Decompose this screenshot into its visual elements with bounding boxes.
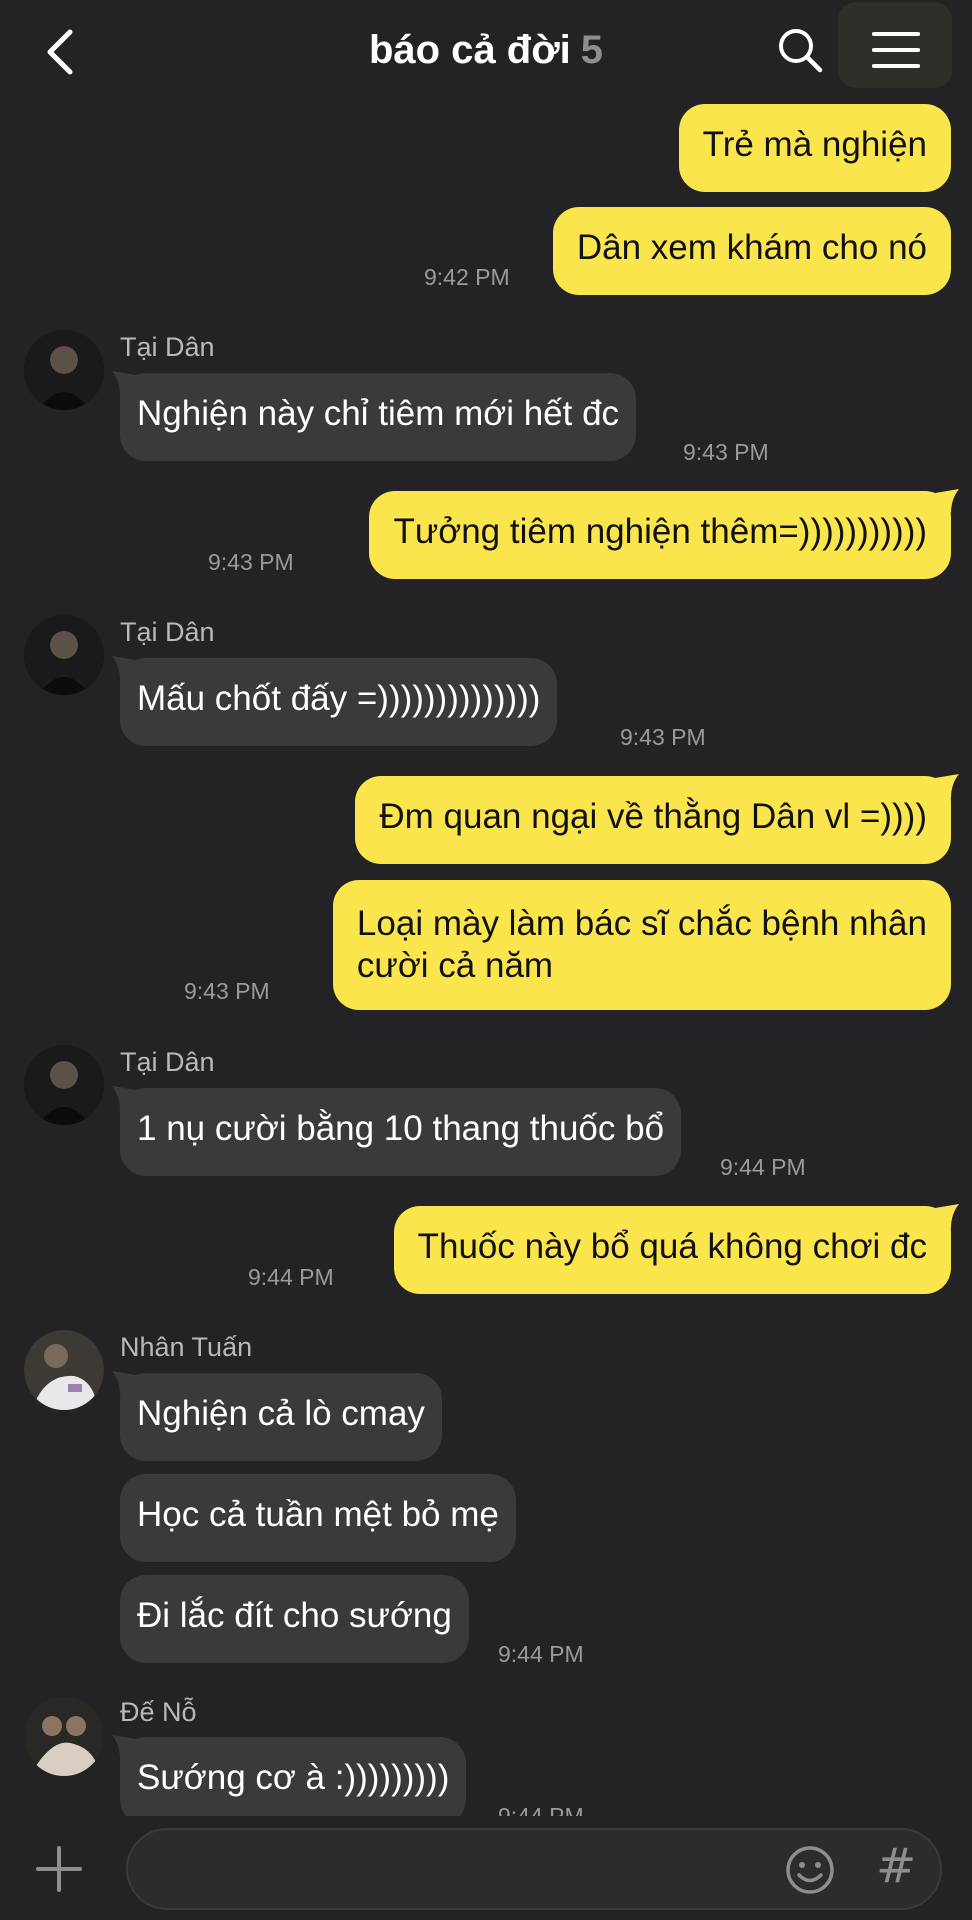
other-message-bubble[interactable]: 1 nụ cười bằng 10 thang thuốc bổ [112,1086,682,1176]
bubble-tail [112,1735,136,1759]
other-message-bubble[interactable]: Mấu chốt đấy =)))))))))))))) [112,656,558,746]
message-time: 9:43 PM [620,724,706,750]
avatar-image [24,330,104,410]
message-time: 9:44 PM [498,1641,584,1667]
avatar-tai-dan[interactable] [24,615,104,695]
emoji-button[interactable] [784,1844,836,1896]
message-text: Trẻ mà nghiện [702,125,927,164]
bubble-tail [112,1086,136,1110]
bubble-tail [112,371,136,395]
chat-header: báo cả đời 5 [0,0,972,104]
avatar-tai-dan[interactable] [24,1045,104,1125]
attach-button[interactable] [36,1846,82,1892]
message-text: Đm quan ngại về thằng Dân vl =)))) [379,797,927,836]
message-text: Tưởng tiêm nghiện thêm=))))))))))) [393,512,927,551]
bubble-tail [935,1204,959,1228]
bubble-tail [935,774,959,798]
message-text: Dân xem khám cho nó [576,228,927,267]
bubble-tail [112,656,136,680]
sender-name: Tại Dân [120,617,215,647]
sender-name: Nhân Tuấn [120,1332,253,1362]
message-text-line: cười cả năm [356,946,554,985]
bubble-tail [112,1371,136,1395]
sender-name: Đế Nỗ [120,1697,197,1727]
other-message-bubble[interactable]: Nghiện cả lò cmay [112,1371,442,1461]
message-time: 9:44 PM [720,1154,806,1180]
message-time: 9:43 PM [184,978,270,1004]
emoji-icon [786,1846,834,1894]
hashtag-button[interactable]: # [876,1838,916,1894]
other-message-bubble[interactable]: Nghiện này chỉ tiêm mới hết đc [112,371,637,461]
message-time: 9:43 PM [683,439,769,465]
bubble-tail [935,489,959,513]
my-message-bubble[interactable]: Trẻ mà nghiện [678,104,951,192]
message-text: Thuốc này bổ quá không chơi đc [417,1227,927,1266]
message-text: 1 nụ cười bằng 10 thang thuốc bổ [137,1109,665,1148]
avatar-image [24,1330,104,1410]
other-message-bubble[interactable]: Học cả tuần mệt bỏ mẹ [120,1474,516,1562]
message-text-line: Loại mày làm bác sĩ chắc bệnh nhân [356,904,927,943]
sender-name: Tại Dân [120,332,215,362]
message-time: 9:44 PM [248,1264,334,1290]
message-time: 9:43 PM [208,549,294,575]
my-message-bubble[interactable]: Thuốc này bổ quá không chơi đc [393,1204,959,1294]
my-message-bubble[interactable]: Loại mày làm bác sĩ chắc bệnh nhân cười … [332,880,951,1010]
other-message-bubble[interactable]: Sướng cơ à :))))))))) [112,1735,467,1825]
search-icon [779,29,823,73]
message-time: 9:42 PM [424,264,510,290]
plus-icon [36,1846,82,1892]
my-message-bubble[interactable]: Đm quan ngại về thằng Dân vl =)))) [355,774,959,864]
message-text: Học cả tuần mệt bỏ mẹ [137,1495,499,1534]
avatar-image [24,1045,104,1125]
message-input[interactable]: # [126,1828,942,1910]
avatar-image [24,615,104,695]
chat-name: báo cả đời [368,28,571,72]
hamburger-menu-icon [872,32,920,68]
menu-button[interactable] [838,2,952,88]
my-message-bubble[interactable]: Dân xem khám cho nó [552,207,951,295]
avatar-nhan-tuan[interactable] [24,1330,104,1410]
my-message-bubble[interactable]: Tưởng tiêm nghiện thêm=))))))))))) [369,489,959,579]
message-text: Nghiện này chỉ tiêm mới hết đc [137,394,620,433]
avatar-de-no[interactable] [24,1696,104,1776]
message-text: Đi lắc đít cho sướng [137,1596,452,1635]
member-count: 5 [580,28,604,72]
composer-bar: # [0,1816,972,1920]
other-message-bubble[interactable]: Đi lắc đít cho sướng [120,1575,469,1663]
search-button[interactable] [776,26,824,74]
avatar-tai-dan[interactable] [24,330,104,410]
message-text: Sướng cơ à :))))))))) [137,1758,450,1797]
avatar-image [24,1696,104,1776]
chat-title: báo cả đời 5 [0,28,972,73]
message-text: Nghiện cả lò cmay [137,1394,425,1433]
message-text: Mấu chốt đấy =)))))))))))))) [137,679,541,718]
sender-name: Tại Dân [120,1047,215,1077]
